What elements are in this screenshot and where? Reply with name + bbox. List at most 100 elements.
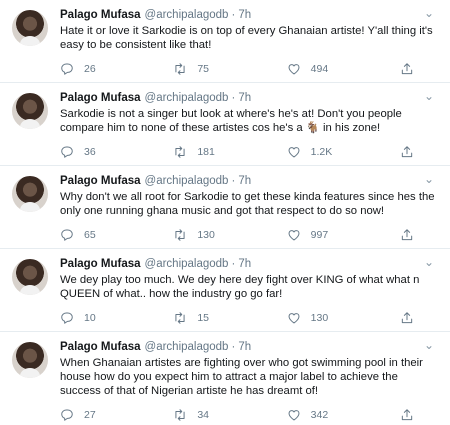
retweet-count: 34 [197,409,210,421]
tweet-text: Hate it or love it Sarkodie is on top of… [60,25,433,51]
share-icon [401,146,413,158]
timestamp[interactable]: 7h [238,91,251,106]
retweet-button[interactable]: 130 [173,228,268,242]
like-count: 1.2K [310,146,333,158]
reply-icon [61,229,73,241]
separator-dot: · [231,258,236,270]
tweet-text: Sarkodie is not a singer but look at whe… [60,108,402,134]
timestamp[interactable]: 7h [238,8,251,23]
retweet-button[interactable]: 181 [173,145,268,159]
tweet-header: Palago Mufasa @archipalagodb · 7h [60,174,440,189]
timestamp[interactable]: 7h [238,340,251,355]
like-button[interactable]: 997 [287,228,382,242]
retweet-count: 75 [197,63,210,75]
share-button[interactable] [400,145,414,159]
chevron-down-icon[interactable]: ⌄ [422,339,436,353]
tweet-text: When Ghanaian artistes are fighting over… [60,357,423,397]
separator-dot: · [231,341,236,353]
author-name[interactable]: Palago Mufasa [60,8,141,23]
chevron-down-icon[interactable]: ⌄ [422,173,436,187]
reply-button[interactable]: 27 [60,408,155,422]
reply-icon [61,146,73,158]
retweet-count: 130 [197,229,215,241]
heart-icon [288,147,300,158]
reply-button[interactable]: 10 [60,311,155,325]
separator-dot: · [231,175,236,187]
retweet-count: 181 [197,146,215,158]
like-button[interactable]: 342 [287,408,382,422]
author-name[interactable]: Palago Mufasa [60,91,141,106]
retweet-icon [175,409,185,421]
timestamp[interactable]: 7h [238,174,251,189]
tweet[interactable]: Palago Mufasa @archipalagodb · 7h ⌄ We d… [0,249,450,332]
like-button[interactable]: 1.2K [287,145,382,159]
like-button[interactable]: 494 [287,62,382,76]
heart-icon [288,410,300,421]
timestamp[interactable]: 7h [238,257,251,272]
retweet-icon [175,312,185,324]
avatar[interactable] [12,342,48,378]
like-count: 342 [310,409,329,421]
tweet-header: Palago Mufasa @archipalagodb · 7h [60,340,440,355]
share-icon [401,409,413,421]
avatar[interactable] [12,259,48,295]
reply-count: 27 [84,409,96,421]
reply-button[interactable]: 36 [60,145,155,159]
tweet[interactable]: Palago Mufasa @archipalagodb · 7h ⌄ When… [0,332,450,425]
author-name[interactable]: Palago Mufasa [60,174,141,189]
chevron-down-icon[interactable]: ⌄ [422,90,436,104]
tweet-actions: 36 181 1.2K [60,145,414,159]
tweet[interactable]: Palago Mufasa @archipalagodb · 7h ⌄ Hate… [0,0,450,83]
like-count: 494 [310,63,329,75]
tweet-header: Palago Mufasa @archipalagodb · 7h [60,257,440,272]
share-button[interactable] [400,228,414,242]
reply-count: 26 [84,63,96,75]
author-name[interactable]: Palago Mufasa [60,340,141,355]
retweet-button[interactable]: 15 [173,311,268,325]
author-handle[interactable]: @archipalagodb [145,257,229,272]
like-count: 997 [310,229,329,241]
share-icon [401,229,413,241]
tweet-header: Palago Mufasa @archipalagodb · 7h [60,8,440,23]
chevron-down-icon[interactable]: ⌄ [422,256,436,270]
avatar[interactable] [12,93,48,129]
reply-icon [61,409,73,421]
reply-count: 65 [84,229,96,241]
tweet-actions: 10 15 130 [60,311,414,325]
author-handle[interactable]: @archipalagodb [145,174,229,189]
author-handle[interactable]: @archipalagodb [145,340,229,355]
tweet-feed: Palago Mufasa @archipalagodb · 7h ⌄ Hate… [0,0,450,425]
share-button[interactable] [400,408,414,422]
retweet-icon [175,146,185,158]
author-name[interactable]: Palago Mufasa [60,257,141,272]
avatar[interactable] [12,176,48,212]
like-button[interactable]: 130 [287,311,382,325]
tweet-actions: 27 34 342 [60,408,414,422]
share-icon [401,63,413,75]
tweet-text: Why don't we all root for Sarkodie to ge… [60,191,435,217]
tweet-text: We dey play too much. We dey here dey fi… [60,274,420,300]
tweet[interactable]: Palago Mufasa @archipalagodb · 7h ⌄ Sark… [0,83,450,166]
separator-dot: · [231,9,236,21]
heart-icon [288,313,300,324]
heart-icon [288,230,300,241]
share-button[interactable] [400,62,414,76]
reply-count: 10 [84,312,96,324]
retweet-button[interactable]: 75 [173,62,268,76]
retweet-icon [175,229,185,241]
tweet[interactable]: Palago Mufasa @archipalagodb · 7h ⌄ Why … [0,166,450,249]
share-button[interactable] [400,311,414,325]
reply-icon [61,63,73,75]
retweet-count: 15 [197,312,210,324]
author-handle[interactable]: @archipalagodb [145,8,229,23]
tweet-header: Palago Mufasa @archipalagodb · 7h [60,91,440,106]
reply-icon [61,312,73,324]
like-count: 130 [310,312,329,324]
chevron-down-icon[interactable]: ⌄ [422,7,436,21]
avatar[interactable] [12,10,48,46]
reply-button[interactable]: 65 [60,228,155,242]
retweet-button[interactable]: 34 [173,408,268,422]
author-handle[interactable]: @archipalagodb [145,91,229,106]
reply-button[interactable]: 26 [60,62,155,76]
share-icon [401,312,413,324]
